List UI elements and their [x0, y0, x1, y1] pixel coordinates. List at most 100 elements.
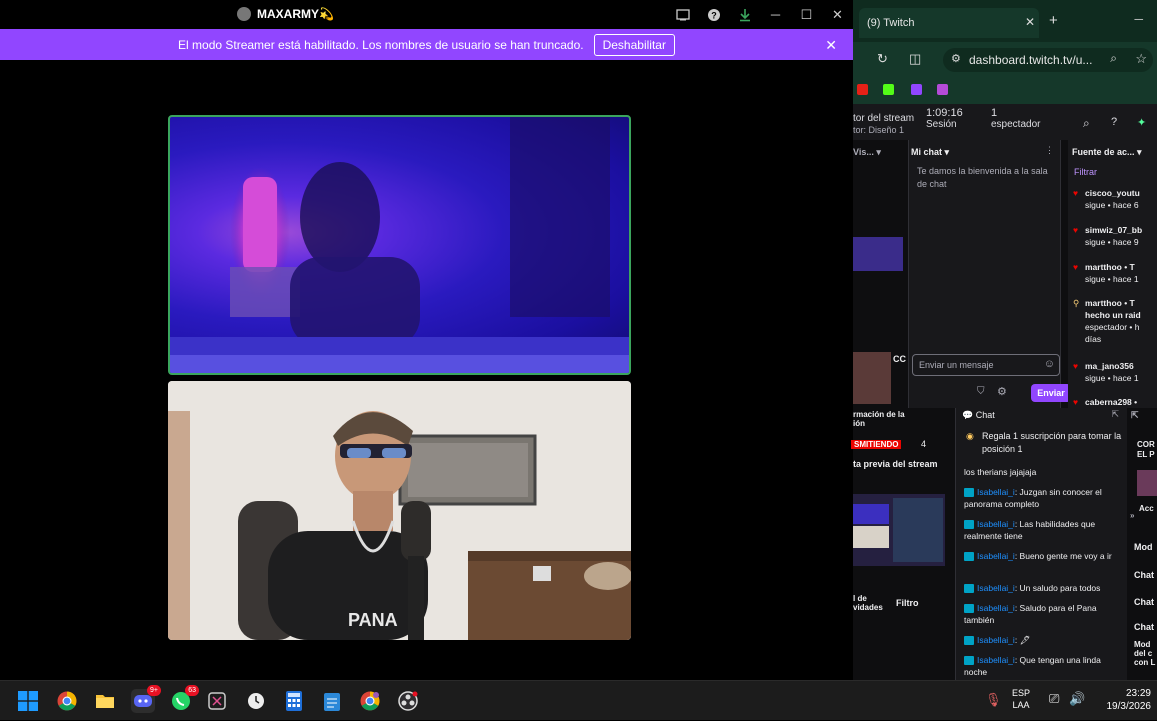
bookmark-star-icon[interactable]: ☆ — [1135, 51, 1147, 67]
activity-detail: sigue • hace 6 — [1085, 200, 1139, 210]
calculator-icon[interactable] — [282, 689, 306, 713]
url-field[interactable]: ⚙ dashboard.twitch.tv/u... ⌕ ☆ — [943, 48, 1153, 72]
help-icon[interactable]: ? — [698, 0, 729, 29]
clock[interactable]: 23:29 19/3/2026 — [1093, 687, 1152, 713]
banner-close-icon[interactable]: ✕ — [825, 37, 837, 54]
camera-feed-1 — [170, 117, 629, 373]
activity-filter-link[interactable]: Filtrar — [1074, 167, 1097, 177]
activity-item: ♥ ma_jano356 sigue • hace 1 — [1073, 360, 1157, 384]
chat-message: los therians jajajaja — [964, 466, 1124, 478]
view-dropdown[interactable]: Vis... ▾ — [853, 143, 881, 161]
youtube-bookmark-icon[interactable] — [857, 84, 868, 95]
chat-username[interactable]: Isabellai_i — [977, 487, 1015, 497]
volume-icon[interactable]: 🔊 — [1069, 691, 1085, 707]
input-language[interactable]: ESP LAA — [1008, 687, 1034, 711]
microphone-icon[interactable]: 🎙 — [985, 692, 1002, 708]
tab-close-icon[interactable]: ✕ — [1025, 15, 1035, 29]
lang-line-1: ESP — [1011, 688, 1030, 698]
chat-username[interactable]: Isabellai_i — [977, 583, 1015, 593]
filter-label[interactable]: Filtro — [896, 598, 919, 608]
dashboard-panels: Vis... ▾ CC rmación de la ión SMITIENDO 4… — [851, 140, 1157, 680]
send-button[interactable]: Enviar — [1031, 384, 1071, 402]
clock-date: 19/3/2026 — [1106, 701, 1152, 712]
chat-username[interactable]: Isabellai_i — [977, 551, 1015, 561]
zoom-icon[interactable]: ⌕ — [1110, 51, 1117, 66]
bookmarks-bar — [853, 76, 1157, 104]
activity-feed-title-text: Fuente de ac... — [1072, 147, 1135, 157]
snipping-tool-icon[interactable] — [205, 689, 229, 713]
chat-badge-icon — [964, 604, 974, 614]
chrome-icon[interactable] — [55, 689, 79, 713]
reload-icon[interactable]: ↻ — [877, 51, 888, 67]
download-icon[interactable] — [729, 0, 760, 29]
tab-bar: (9) Twitch ✕ + ─ — [853, 0, 1157, 42]
settings-gear-icon[interactable]: ⚙ — [997, 385, 1007, 398]
chat-badge-icon — [964, 656, 974, 666]
notepad-icon[interactable] — [320, 689, 344, 713]
right-thumb[interactable] — [1137, 470, 1157, 496]
network-icon[interactable]: ⎚ — [1049, 691, 1059, 707]
popout-icon[interactable]: ⇱ — [1111, 409, 1119, 420]
stream-preview-thumb[interactable] — [853, 237, 903, 271]
emote-icon[interactable]: ☺ — [1044, 358, 1055, 370]
chat-username[interactable]: Isabellai_i — [977, 603, 1015, 613]
activity-feed-title[interactable]: Fuente de ac... ▾ — [1072, 143, 1142, 161]
session-time: 1:09:16 — [926, 107, 963, 119]
chat-bubble-icon: 💬 — [962, 410, 974, 420]
chat-input-placeholder: Enviar un mensaje — [919, 360, 994, 370]
welcome-message: Te damos la bienvenida a la sala de chat — [917, 166, 1048, 189]
activity-panel-label: l de vidades — [853, 594, 883, 612]
right-label-2: Acc — [1139, 504, 1154, 513]
minimize-icon[interactable]: ─ — [1134, 12, 1143, 26]
activity-user: ciscoo_youtu — [1085, 188, 1140, 198]
twitch-bookmark-icon[interactable] — [911, 84, 922, 95]
left-panel: Vis... ▾ CC rmación de la ión SMITIENDO 4… — [851, 140, 945, 680]
expand-icon[interactable]: » — [1130, 511, 1134, 520]
obs-icon[interactable] — [396, 689, 420, 713]
discord-icon[interactable]: 9+ — [131, 685, 161, 713]
kick-bookmark-icon[interactable] — [883, 84, 894, 95]
site-info-icon[interactable]: ⚙ — [951, 52, 961, 65]
whatsapp-badge: 63 — [185, 685, 199, 696]
chrome-profile-icon[interactable] — [358, 689, 382, 713]
new-tab-icon[interactable]: + — [1049, 12, 1058, 29]
minimize-icon[interactable]: ─ — [760, 0, 791, 29]
promo-thumb[interactable] — [853, 352, 891, 404]
activity-feed-panel: Fuente de ac... ▾ Filtrar ♥ ciscoo_youtus… — [1068, 140, 1157, 408]
quick-action-icon[interactable]: ✦ — [1137, 116, 1146, 129]
chat-username[interactable]: Isabellai_i — [977, 635, 1015, 645]
promo-label: CC — [893, 354, 906, 364]
disable-streamer-button[interactable]: Deshabilitar — [593, 33, 675, 56]
camera-tile-2[interactable]: PANA — [168, 381, 631, 640]
activity-detail: hecho un raid — [1085, 310, 1141, 320]
tab-twitch[interactable]: (9) Twitch ✕ — [859, 8, 1039, 38]
whatsapp-icon[interactable]: 63 — [169, 685, 199, 713]
search-icon[interactable]: ⌕ — [1083, 116, 1090, 131]
split-view-icon[interactable]: ◫ — [909, 51, 921, 67]
stream-preview-mini[interactable] — [853, 494, 945, 566]
shield-icon[interactable]: ⛉ — [977, 386, 985, 397]
popout-icon[interactable]: ⇱ — [1131, 410, 1139, 421]
file-explorer-icon[interactable] — [93, 689, 117, 713]
chat-badge-icon — [964, 552, 974, 562]
windows-start-icon[interactable] — [16, 689, 40, 713]
activity-item: ♥ martthoo • T sigue • hace 1 — [1073, 261, 1157, 285]
close-icon[interactable]: ✕ — [822, 0, 853, 29]
m-bookmark-icon[interactable] — [937, 84, 948, 95]
pinned-sub-goal[interactable]: ◉ Regala 1 suscripción para tomar la pos… — [964, 430, 1124, 456]
more-options-icon[interactable]: ⋮ — [1045, 145, 1054, 156]
maximize-icon[interactable]: ☐ — [791, 0, 822, 29]
screen-share-icon[interactable] — [667, 0, 698, 29]
camera-tile-1[interactable] — [168, 115, 631, 375]
chat-username[interactable]: Isabellai_i — [977, 519, 1015, 529]
chat-username[interactable]: Isabellai_i — [977, 655, 1015, 665]
help-icon[interactable]: ? — [1111, 116, 1117, 128]
follow-heart-icon: ♥ — [1073, 397, 1079, 407]
discord-badge: 9+ — [147, 685, 161, 696]
my-chat-title[interactable]: Mi chat ▾ — [911, 143, 949, 161]
clock-app-icon[interactable] — [244, 689, 268, 713]
activity-detail: sigue • hace 1 — [1085, 274, 1139, 284]
live-count: 4 — [921, 439, 927, 449]
chat-message-input[interactable]: Enviar un mensaje ☺ — [912, 354, 1060, 376]
right-label-3: Mod — [1134, 542, 1153, 552]
